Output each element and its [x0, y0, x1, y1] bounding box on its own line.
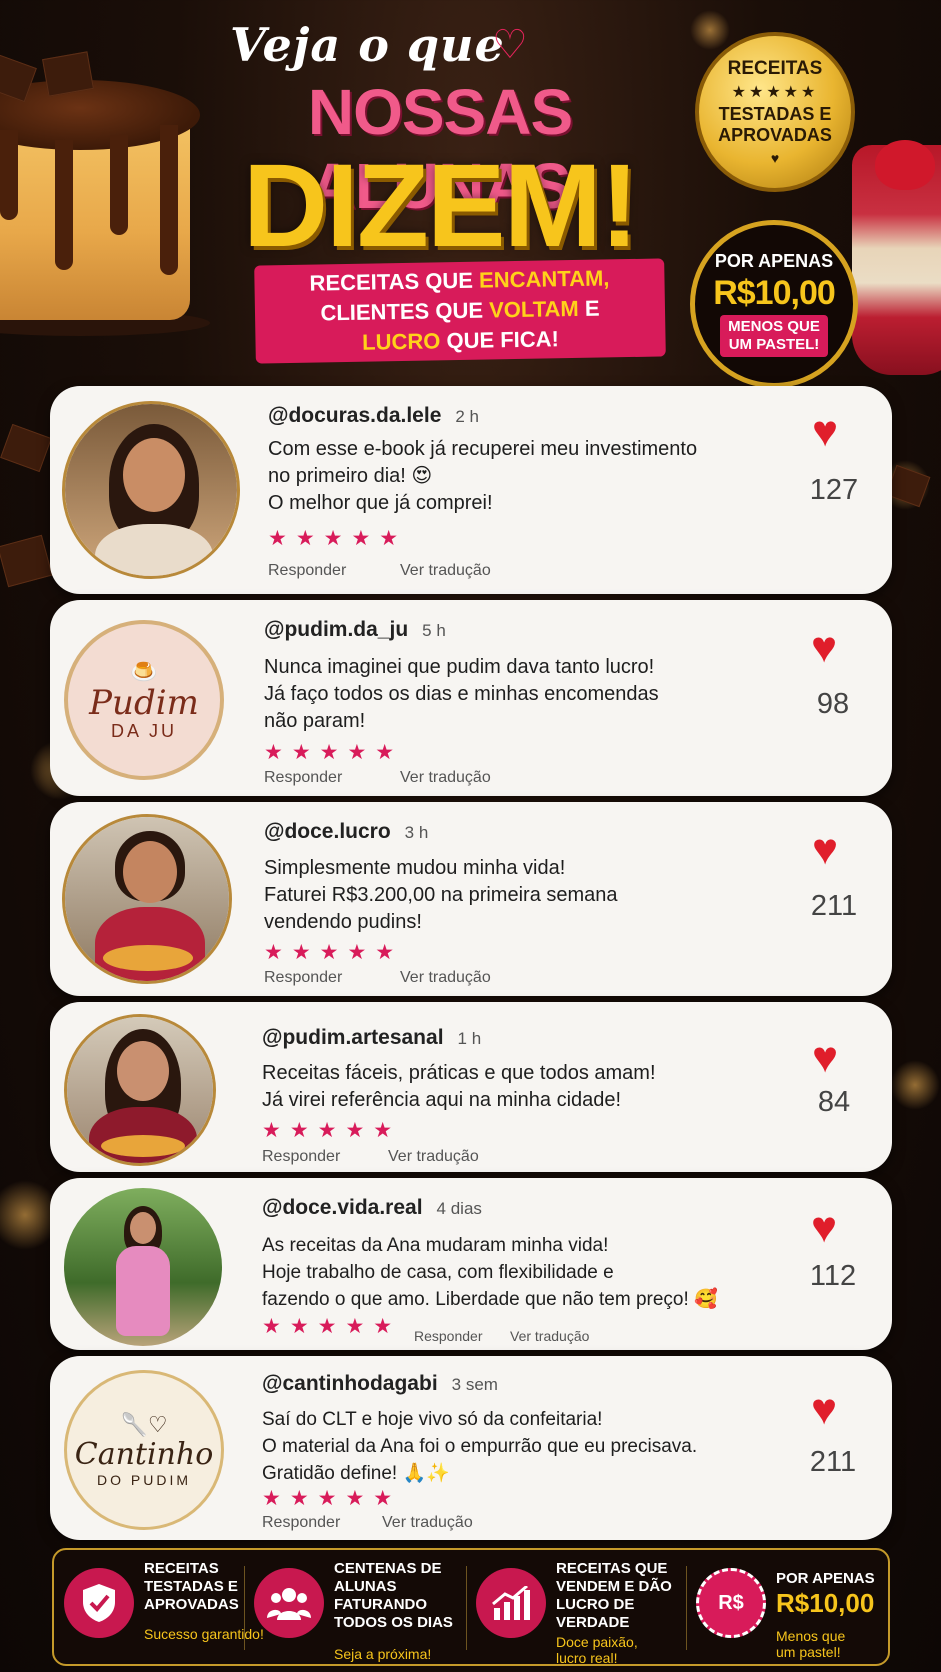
star-rating: ★★★★★ [262, 1119, 402, 1142]
heart-icon[interactable]: ♥ [812, 410, 838, 454]
heart-icon[interactable]: ♥ [811, 626, 837, 670]
like-count: 127 [809, 474, 859, 506]
big-title: DIZEM! [242, 140, 639, 272]
comment-card: 🍮 Pudim DA JU @pudim.da_ju 5 h Nunca imag… [50, 600, 892, 796]
feature-tested-recipes: RECEITAS TESTADAS E APROVADAS Sucesso ga… [64, 1558, 264, 1658]
avatar [64, 1188, 222, 1346]
cantinho-do-pudim-logo: 🥄♡ Cantinho DO PUDIM [64, 1370, 224, 1530]
heart-icon[interactable]: ♥ [811, 1206, 837, 1250]
star-rating: ★★★★★ [268, 527, 408, 550]
tested-recipes-seal: RECEITAS ★★★★★ TESTADAS E APROVADAS ♥ [695, 32, 855, 192]
chocolate-piece [0, 423, 52, 473]
reply-link[interactable]: Responder [414, 1328, 483, 1344]
avatar [62, 401, 240, 579]
chart-up-icon [476, 1568, 546, 1638]
translate-link[interactable]: Ver tradução [400, 969, 491, 987]
comment-card: 🥄♡ Cantinho DO PUDIM @cantinhodagabi 3 se… [50, 1356, 892, 1540]
comment-card: @doce.vida.real 4 dias As receitas da Ana… [50, 1178, 892, 1350]
like-count: 98 [816, 688, 850, 720]
like-count: 84 [817, 1086, 851, 1118]
avatar [62, 814, 232, 984]
comment-text: Simplesmente mudou minha vida! Faturei R$… [264, 857, 618, 933]
translate-link[interactable]: Ver tradução [382, 1514, 473, 1532]
hero-header: Veja o que ♡ NOSSAS ALUNAS DIZEM! RECEIT… [0, 0, 941, 388]
avatar [64, 1014, 216, 1166]
star-rating: ★★★★★ [264, 741, 404, 764]
comment-text: Receitas fáceis, práticas e que todos am… [262, 1062, 656, 1111]
comment-time: 3 sem [451, 1375, 498, 1394]
reply-link[interactable]: Responder [262, 1148, 340, 1166]
comment-card: @pudim.artesanal 1 h Receitas fáceis, prá… [50, 1002, 892, 1172]
reply-link[interactable]: Responder [262, 1514, 340, 1532]
translate-link[interactable]: Ver tradução [400, 562, 491, 580]
comment-text: As receitas da Ana mudaram minha vida! Ho… [262, 1235, 718, 1310]
reply-link[interactable]: Responder [264, 969, 342, 987]
divider [686, 1566, 687, 1650]
chocolate-piece [0, 534, 53, 588]
comment-card: @doce.lucro 3 h Simplesmente mudou minha … [50, 802, 892, 996]
feature-price: R$ POR APENAS R$10,00 Menos que um paste… [696, 1558, 881, 1660]
translate-link[interactable]: Ver tradução [510, 1328, 589, 1344]
like-count: 211 [809, 1446, 857, 1478]
comment-text: Nunca imaginei que pudim dava tanto lucr… [264, 656, 659, 732]
chocolate-pudding-cake-image [0, 51, 210, 336]
shield-check-icon [64, 1568, 134, 1638]
features-footer: RECEITAS TESTADAS E APROVADAS Sucesso ga… [52, 1548, 890, 1666]
comment-handle[interactable]: @pudim.artesanal 1 h [262, 1026, 481, 1050]
like-count: 211 [810, 890, 858, 922]
comment-text: Com esse e-book já recuperei meu investi… [268, 438, 698, 514]
comment-time: 1 h [457, 1029, 482, 1048]
comment-handle[interactable]: @doce.lucro 3 h [264, 820, 428, 844]
feature-profitable-recipes: RECEITAS QUE VENDEM E DÃO LUCRO DE VERDA… [476, 1558, 676, 1666]
comment-time: 3 h [404, 823, 429, 842]
translate-link[interactable]: Ver tradução [388, 1148, 479, 1166]
star-rating: ★★★★★ [262, 1315, 402, 1338]
heart-outline-icon: ♡ [492, 23, 528, 67]
reply-link[interactable]: Responder [268, 562, 346, 580]
comment-handle[interactable]: @doce.vida.real 4 dias [262, 1196, 482, 1220]
comment-handle[interactable]: @docuras.da.lele 2 h [268, 404, 479, 428]
comment-time: 5 h [422, 621, 446, 640]
comment-handle[interactable]: @cantinhodagabi 3 sem [262, 1372, 498, 1396]
pudim-da-ju-logo: 🍮 Pudim DA JU [64, 620, 224, 780]
star-rating: ★★★★★ [262, 1487, 402, 1510]
bokeh-light [890, 1060, 940, 1110]
star-rating: ★★★★★ [264, 941, 404, 964]
heart-icon[interactable]: ♥ [812, 828, 838, 872]
comment-text: Saí do CLT e hoje vivo só da confeitaria… [262, 1409, 698, 1484]
comment-handle[interactable]: @pudim.da_ju 5 h [264, 618, 446, 642]
reply-link[interactable]: Responder [264, 769, 342, 787]
heart-icon[interactable]: ♥ [811, 1388, 837, 1432]
comment-card: @docuras.da.lele 2 h Com esse e-book já r… [50, 386, 892, 594]
strawberry-image [875, 140, 935, 190]
people-icon [254, 1568, 324, 1638]
feature-many-students: CENTENAS DE ALUNAS FATURANDO TODOS OS DI… [254, 1558, 454, 1662]
price-badge: POR APENAS R$10,00 MENOS QUE UM PASTEL! [690, 220, 858, 388]
divider [466, 1566, 467, 1650]
money-badge-icon: R$ [696, 1568, 766, 1638]
heart-icon[interactable]: ♥ [812, 1036, 838, 1080]
comment-time: 4 dias [436, 1199, 482, 1218]
translate-link[interactable]: Ver tradução [400, 769, 491, 787]
divider [244, 1566, 245, 1650]
heart-icon: ♥ [770, 150, 780, 166]
like-count: 112 [809, 1260, 857, 1292]
script-title: Veja o que [230, 18, 505, 72]
comment-time: 2 h [455, 407, 480, 426]
tagline-banner: RECEITAS QUE ENCANTAM, CLIENTES QUE VOLT… [254, 258, 666, 364]
